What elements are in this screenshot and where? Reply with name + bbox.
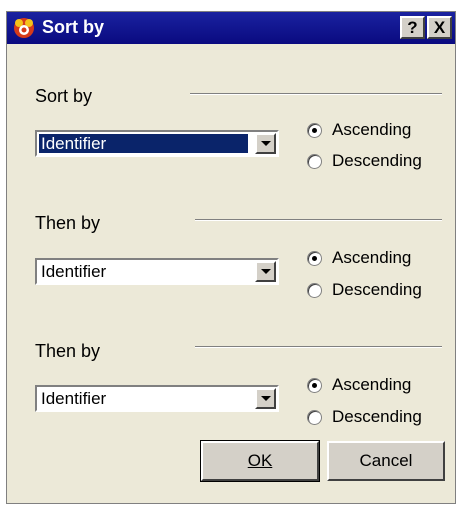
dropdown-arrow-icon[interactable] [255, 388, 276, 409]
sort-field-value: Identifier [38, 133, 249, 154]
separator [195, 219, 442, 221]
cancel-label: Cancel [359, 451, 413, 470]
then-by-label: Then by [35, 341, 101, 361]
descending-label: Descending [332, 280, 422, 299]
descending-label: Descending [332, 407, 422, 426]
radio-unselected-icon [307, 409, 322, 425]
dropdown-arrow-icon[interactable] [255, 261, 276, 282]
radio-unselected-icon [307, 282, 322, 298]
descending-radio[interactable]: Descending [307, 151, 422, 171]
close-button[interactable]: X [427, 16, 452, 39]
then-by-label: Then by [35, 213, 101, 233]
separator [190, 93, 442, 95]
title-bar[interactable]: Sort by ? X [7, 12, 455, 44]
dropdown-arrow-icon[interactable] [255, 133, 276, 154]
ascending-label: Ascending [332, 375, 412, 394]
descending-radio[interactable]: Descending [307, 407, 422, 427]
then-field-value-2: Identifier [41, 389, 107, 408]
sort-by-label: Sort by [35, 86, 93, 106]
help-button[interactable]: ? [400, 16, 425, 39]
radio-selected-icon [307, 122, 322, 138]
ascending-radio[interactable]: Ascending [307, 248, 411, 268]
then-field-select-2[interactable]: Identifier [35, 385, 279, 412]
window-title: Sort by [42, 17, 105, 37]
cancel-button[interactable]: Cancel [327, 441, 445, 481]
radio-selected-icon [307, 377, 322, 393]
descending-radio[interactable]: Descending [307, 280, 422, 300]
descending-label: Descending [332, 151, 422, 170]
radio-selected-icon [307, 250, 322, 266]
ascending-label: Ascending [332, 248, 412, 267]
then-field-value-1: Identifier [41, 262, 107, 281]
radio-unselected-icon [307, 153, 322, 169]
ascending-label: Ascending [332, 120, 412, 139]
ok-button[interactable]: OK [200, 440, 320, 482]
ascending-radio[interactable]: Ascending [307, 120, 411, 140]
then-field-select-1[interactable]: Identifier [35, 258, 279, 285]
ascending-radio[interactable]: Ascending [307, 375, 411, 395]
ok-label: OK [247, 451, 273, 470]
sort-field-select[interactable]: Identifier [35, 130, 279, 157]
app-icon [14, 18, 34, 38]
separator [195, 346, 442, 348]
